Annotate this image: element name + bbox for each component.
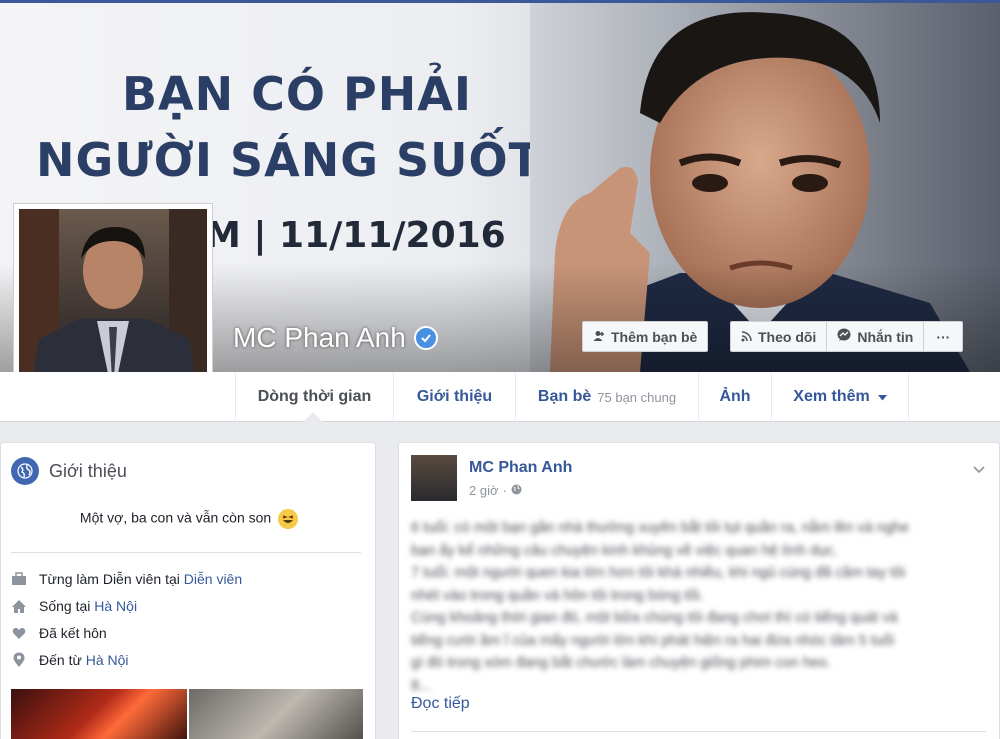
intro-hometown-text: Đến từ Hà Nội: [39, 652, 129, 668]
intro-hometown-prefix: Đến từ: [39, 652, 86, 668]
add-friend-button[interactable]: Thêm bạn bè: [582, 321, 709, 352]
messenger-icon: [837, 328, 851, 345]
tab-more[interactable]: Xem thêm: [771, 372, 909, 422]
laughing-emoji-icon: [278, 509, 299, 529]
tab-timeline-label: Dòng thời gian: [257, 388, 372, 405]
intro-bio-text: Một vợ, ba con và vẫn còn son: [79, 509, 272, 526]
tab-friends-label: Bạn bè: [537, 388, 592, 405]
post-body-blurred: 6 tuổi: có một bạn gần nhà thường xuyên …: [411, 517, 981, 697]
cover-headline-line1: BẠN CÓ PHẢI: [122, 67, 472, 121]
post-timestamp[interactable]: 2 giờ: [469, 483, 499, 498]
intro-work-text: Từng làm Diễn viên tại Diễn viên: [39, 571, 242, 587]
tab-more-label: Xem thêm: [793, 388, 870, 405]
caret-down-icon: [877, 388, 887, 406]
post-body-line: nhét vào trong quần và hôn tôi trong bón…: [411, 587, 704, 604]
post-divider: [411, 731, 986, 732]
intro-title: Giới thiệu: [49, 460, 127, 481]
intro-row-relationship: Đã kết hôn: [11, 625, 107, 641]
public-globe-icon: [511, 483, 522, 498]
read-more-link[interactable]: Đọc tiếp: [411, 695, 470, 713]
avatar-portrait-icon: [19, 209, 207, 397]
tab-photos[interactable]: Ảnh: [698, 372, 771, 422]
intro-row-hometown: Đến từ Hà Nội: [11, 652, 129, 668]
cover-date-line: M | 11/11/2016: [205, 215, 506, 256]
more-options-button[interactable]: ···: [924, 321, 964, 352]
profile-name[interactable]: MC Phan Anh: [233, 322, 438, 354]
add-friend-wrap: Thêm bạn bè: [582, 321, 709, 352]
tab-about-label: Giới thiệu: [416, 388, 493, 405]
intro-card: Giới thiệu Một vợ, ba con và vẫn còn son…: [0, 442, 376, 739]
tab-photos-label: Ảnh: [719, 388, 751, 405]
avatar-image: [19, 209, 207, 397]
verified-badge-icon: [413, 326, 438, 350]
profile-nav-bar: Dòng thời gian Giới thiệu Bạn bè 75 bạn …: [0, 372, 1000, 422]
post-body-line: tiếng cười ầm ĩ của mấy người lớn khi ph…: [411, 632, 895, 649]
rss-icon: [741, 329, 752, 345]
post-author-name[interactable]: MC Phan Anh: [469, 459, 572, 477]
intro-header: Giới thiệu: [11, 457, 127, 485]
location-pin-icon: [11, 652, 27, 668]
follow-label: Theo dõi: [758, 328, 817, 345]
intro-row-home: Sống tại Hà Nội: [11, 598, 137, 614]
mutual-friends-count: 75 bạn chung: [597, 389, 677, 405]
intro-home-link[interactable]: Hà Nội: [94, 598, 137, 614]
tab-friends[interactable]: Bạn bè 75 bạn chung: [515, 372, 698, 422]
intro-divider: [11, 552, 361, 553]
cover-headline-line2: NGƯỜI SÁNG SUỐT?: [36, 133, 569, 187]
intro-hometown-link[interactable]: Hà Nội: [86, 652, 129, 668]
intro-bio: Một vợ, ba con và vẫn còn son: [1, 509, 377, 529]
intro-work-link[interactable]: Diễn viên: [184, 571, 242, 587]
intro-photo-1[interactable]: [11, 689, 187, 739]
profile-name-text[interactable]: MC Phan Anh: [233, 322, 406, 354]
post-body-line: Cùng khoảng thời gian đó, một bữa chúng …: [411, 610, 898, 626]
intro-photo-2[interactable]: [189, 689, 363, 739]
more-options-label: ···: [936, 328, 951, 345]
post-body-line: gì đó trong xóm đang bắt chước làm chuyệ…: [411, 655, 831, 671]
active-tab-caret: [303, 412, 323, 422]
post-meta: 2 giờ ·: [469, 483, 522, 498]
intro-row-work: Từng làm Diễn viên tại Diễn viên: [11, 571, 242, 587]
follow-button[interactable]: Theo dõi: [730, 321, 828, 352]
tab-about[interactable]: Giới thiệu: [393, 372, 515, 422]
post-body-line: 8...: [411, 677, 432, 694]
add-friend-icon: [593, 329, 605, 345]
post-body-line: bạn ấy kể những câu chuyện kinh khủng về…: [411, 542, 838, 559]
briefcase-icon: [11, 571, 27, 587]
post-author-avatar[interactable]: [411, 455, 457, 501]
post-meta-separator: ·: [502, 483, 507, 498]
intro-photo-grid: [11, 689, 363, 739]
home-icon: [11, 598, 27, 614]
post-card: MC Phan Anh 2 giờ · 6 tuổi: có một bạn g…: [398, 442, 1000, 739]
message-button[interactable]: Nhắn tin: [827, 321, 925, 352]
intro-home-text: Sống tại Hà Nội: [39, 598, 137, 614]
intro-home-prefix: Sống tại: [39, 598, 95, 614]
heart-icon: [11, 625, 27, 641]
post-body-line: 7 tuổi: một người quen kia lớn hơn tôi k…: [411, 565, 906, 581]
globe-icon: [11, 457, 39, 485]
post-body-line: 6 tuổi: có một bạn gần nhà thường xuyên …: [411, 520, 910, 536]
intro-work-prefix: Từng làm Diễn viên tại: [39, 571, 184, 587]
intro-relationship-text: Đã kết hôn: [39, 625, 107, 641]
action-button-group: Theo dõi Nhắn tin ···: [730, 321, 964, 352]
message-label: Nhắn tin: [857, 328, 914, 345]
add-friend-label: Thêm bạn bè: [611, 328, 698, 345]
post-options-chevron-icon[interactable]: [973, 461, 985, 479]
